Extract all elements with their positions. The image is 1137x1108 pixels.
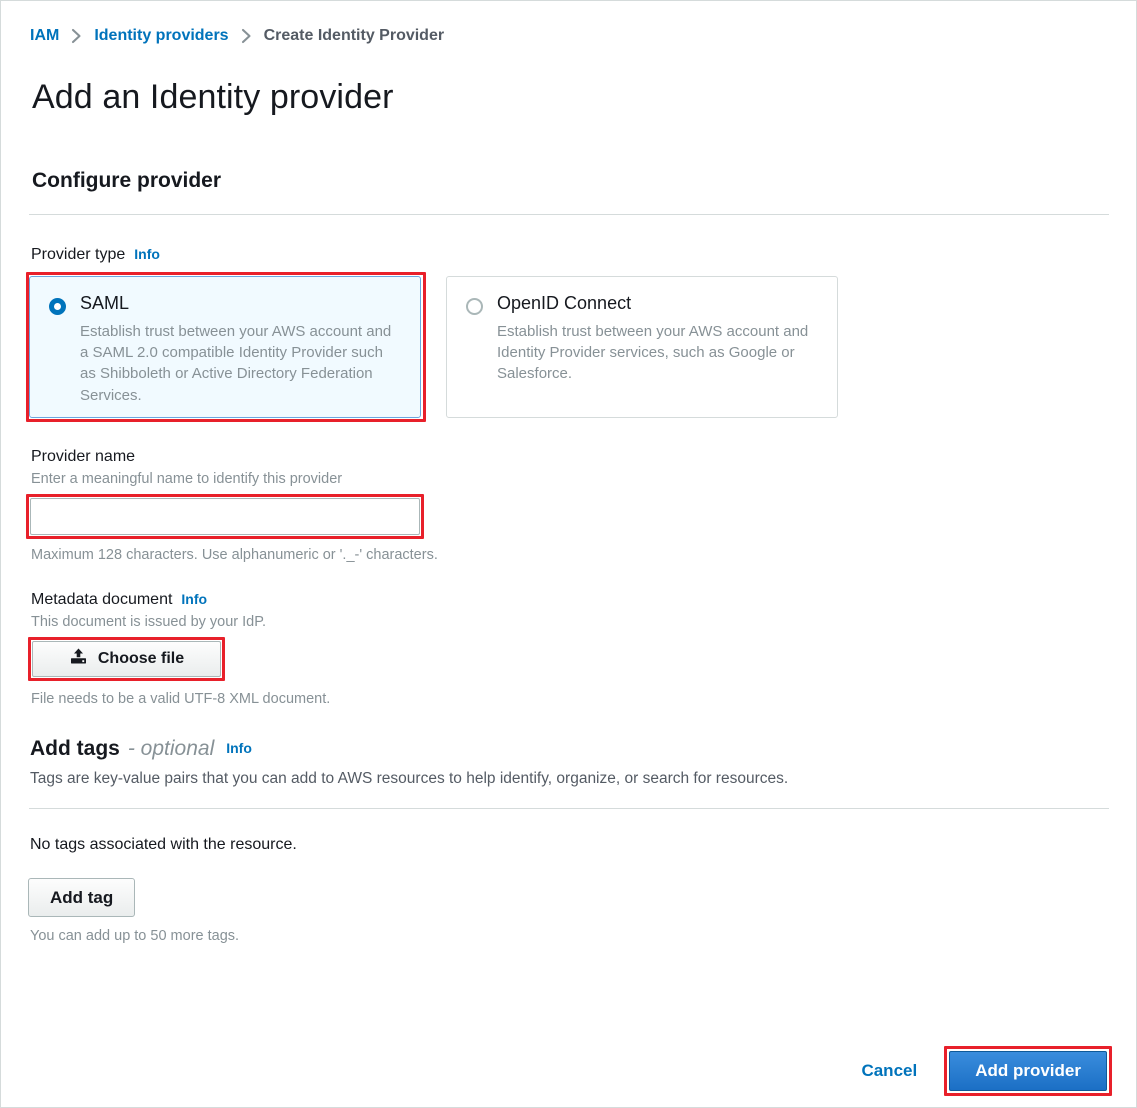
add-tags-optional-suffix: - optional — [127, 737, 215, 760]
upload-icon — [69, 648, 88, 670]
provider-type-label: Provider type — [31, 246, 126, 263]
choose-file-button-label: Choose file — [97, 650, 185, 667]
add-tags-divider — [29, 808, 1109, 809]
provider-name-input-wrapper — [26, 494, 424, 539]
provider-type-option-saml-wrapper: SAML Establish trust between your AWS ac… — [26, 272, 426, 422]
provider-name-label: Provider name — [31, 448, 136, 465]
add-provider-button[interactable]: Add provider — [949, 1051, 1107, 1091]
choose-file-wrapper: Choose file — [28, 637, 225, 681]
provider-type-option-oidc-wrapper: OpenID Connect Establish trust between y… — [446, 276, 838, 418]
provider-type-options: SAML Establish trust between your AWS ac… — [26, 272, 1136, 422]
metadata-document-hint: This document is issued by your IdP. — [31, 614, 267, 630]
radio-openid-connect[interactable] — [466, 298, 483, 315]
provider-type-option-openid-connect[interactable]: OpenID Connect Establish trust between y… — [446, 276, 838, 418]
provider-name-hint: Enter a meaningful name to identify this… — [31, 471, 343, 487]
breadcrumb-item-iam[interactable]: IAM — [30, 27, 59, 45]
breadcrumb-item-current: Create Identity Provider — [263, 27, 445, 44]
section-divider — [29, 214, 1109, 215]
metadata-document-label: Metadata document — [31, 591, 173, 608]
metadata-document-label-row: Metadata document Info — [31, 591, 1136, 609]
provider-type-option-oidc-description: Establish trust between your AWS account… — [497, 322, 809, 383]
provider-name-input[interactable] — [30, 498, 420, 535]
radio-saml[interactable] — [49, 298, 66, 315]
cancel-button[interactable]: Cancel — [839, 1051, 939, 1091]
tags-empty-state: No tags associated with the resource. — [30, 836, 297, 853]
provider-name-constraint: Maximum 128 characters. Use alphanumeric… — [31, 547, 438, 563]
metadata-document-info-link[interactable]: Info — [181, 591, 207, 607]
add-tag-button[interactable]: Add tag — [28, 878, 136, 917]
add-tag-button-wrapper: Add tag — [28, 878, 1136, 917]
page-title: Add an Identity provider — [32, 78, 394, 116]
add-tags-heading-row: Add tags - optional Info — [30, 737, 1136, 761]
breadcrumb-item-identity-providers[interactable]: Identity providers — [94, 27, 228, 45]
add-tags-description: Tags are key-value pairs that you can ad… — [30, 770, 789, 787]
provider-type-info-link[interactable]: Info — [134, 246, 160, 262]
provider-type-option-saml-description: Establish trust between your AWS account… — [80, 322, 392, 404]
provider-type-option-oidc-title: OpenID Connect — [497, 293, 632, 313]
choose-file-button[interactable]: Choose file — [32, 641, 221, 677]
chevron-right-icon — [71, 28, 82, 44]
form-actions: Cancel Add provider — [839, 1046, 1112, 1096]
section-heading-configure-provider: Configure provider — [32, 169, 222, 192]
provider-type-label-row: Provider type Info — [31, 246, 1136, 264]
add-tags-heading: Add tags — [30, 737, 120, 760]
add-provider-button-wrapper: Add provider — [944, 1046, 1112, 1096]
metadata-document-constraint: File needs to be a valid UTF-8 XML docum… — [31, 691, 331, 707]
chevron-right-icon — [241, 28, 252, 44]
provider-type-option-saml-title: SAML — [80, 293, 130, 313]
breadcrumb: IAM Identity providers Create Identity P… — [1, 1, 1136, 45]
tags-limit-text: You can add up to 50 more tags. — [30, 928, 240, 944]
provider-type-option-saml[interactable]: SAML Establish trust between your AWS ac… — [29, 276, 421, 418]
add-tags-info-link[interactable]: Info — [226, 740, 252, 756]
create-identity-provider-page: IAM Identity providers Create Identity P… — [0, 0, 1137, 1108]
